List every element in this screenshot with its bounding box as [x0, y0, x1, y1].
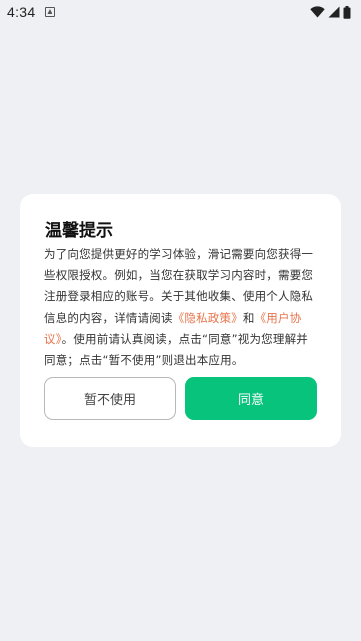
status-icons — [310, 5, 351, 19]
dialog-title: 温馨提示 — [45, 221, 113, 241]
privacy-policy-link[interactable]: 《隐私政策》 — [173, 311, 243, 325]
status-bar: 4:34 — [0, 0, 361, 24]
dialog-actions: 暂不使用 同意 — [44, 377, 317, 420]
status-time: 4:34 — [7, 4, 36, 20]
notification-icon — [45, 7, 56, 17]
wifi-icon — [310, 6, 325, 18]
decline-button[interactable]: 暂不使用 — [44, 377, 176, 420]
dialog-body-text-2: 。使用前请认真阅读，点击“同意”视为您理解并同意；点击“暂不使用”则退出本应用。 — [44, 331, 308, 368]
dialog-body-and: 和 — [242, 310, 255, 325]
agree-button[interactable]: 同意 — [185, 377, 317, 420]
privacy-dialog: 温馨提示 为了向您提供更好的学习体验，滑记需要向您获得一些权限授权。例如，当您在… — [20, 194, 341, 447]
signal-icon — [328, 6, 340, 18]
battery-icon — [343, 5, 351, 19]
dialog-body: 为了向您提供更好的学习体验，滑记需要向您获得一些权限授权。例如，当您在获取学习内… — [44, 244, 317, 371]
